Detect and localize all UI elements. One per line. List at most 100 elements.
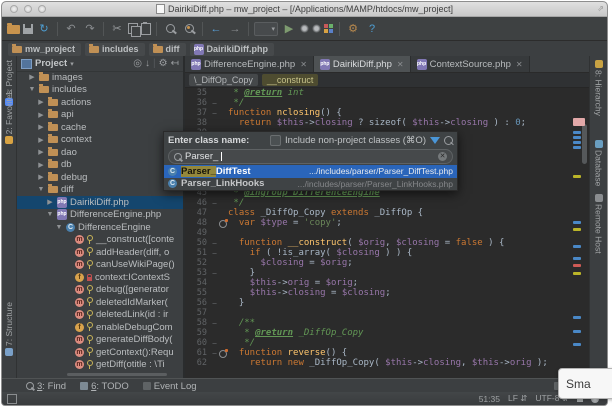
close-icon[interactable]: ✕ bbox=[300, 60, 307, 69]
fold-marker-icon[interactable]: − bbox=[210, 199, 219, 208]
redo-icon[interactable]: ↷ bbox=[82, 21, 98, 37]
tree-item[interactable]: fcontext:IContextS bbox=[17, 271, 183, 284]
tree-item[interactable]: ▶db bbox=[17, 159, 183, 172]
tree-item[interactable]: ▼diff bbox=[17, 184, 183, 197]
editor-tab-DifferenceEngine.php[interactable]: phpDifferenceEngine.php✕ bbox=[185, 56, 314, 72]
class-name-input[interactable]: Parser_ ✕ bbox=[168, 149, 453, 164]
tree-item[interactable]: m__construct([conte bbox=[17, 234, 183, 247]
tree-item[interactable]: ▼phpDifferenceEngine.php bbox=[17, 209, 183, 222]
fold-marker-icon[interactable]: − bbox=[210, 99, 219, 108]
pin-icon[interactable] bbox=[444, 136, 453, 145]
editor-tab-ContextSource.php[interactable]: phpContextSource.php✕ bbox=[411, 56, 530, 72]
tree-item[interactable]: ▶phpDairikiDiff.php bbox=[17, 196, 183, 209]
tool-button-7-structure[interactable]: 7: Structure bbox=[2, 302, 16, 356]
line-separator-select[interactable]: LF ⇵ bbox=[508, 393, 527, 404]
fold-marker-icon[interactable]: − bbox=[210, 239, 219, 248]
fold-marker-icon[interactable]: − bbox=[210, 269, 219, 278]
run-config-dropdown[interactable]: ▾ bbox=[254, 22, 278, 36]
cut-icon[interactable]: ✂ bbox=[109, 21, 125, 37]
collapsed-arrow-icon[interactable]: ▶ bbox=[37, 98, 45, 106]
filter-icon[interactable] bbox=[430, 137, 440, 144]
zoom-window-button[interactable] bbox=[38, 5, 46, 13]
fold-marker-icon[interactable]: − bbox=[210, 109, 219, 118]
collapsed-arrow-icon[interactable]: ▶ bbox=[37, 161, 45, 169]
tool-button-8-hierarchy[interactable]: 8: Hierarchy bbox=[590, 60, 607, 116]
tree-item[interactable]: ▶api bbox=[17, 109, 183, 122]
copy-icon[interactable] bbox=[128, 23, 138, 34]
breadcrumb-DairikiDiff.php[interactable]: phpDairikiDiff.php bbox=[190, 43, 275, 56]
coverage-icon[interactable] bbox=[324, 24, 334, 34]
tool-button-2-favorites[interactable]: 2: Favorites bbox=[2, 90, 16, 144]
toolwindow-toggle-icon[interactable] bbox=[7, 394, 17, 404]
fold-marker-icon[interactable]: − bbox=[210, 249, 219, 258]
clear-icon[interactable]: ✕ bbox=[438, 152, 447, 161]
tool-button-6[interactable]: 6: TODO bbox=[80, 381, 129, 392]
close-icon[interactable]: ✕ bbox=[397, 60, 404, 69]
tree-item[interactable]: fenableDebugCom bbox=[17, 321, 183, 334]
tree-item[interactable]: ▼includes bbox=[17, 84, 183, 97]
expanded-arrow-icon[interactable]: ▼ bbox=[37, 186, 45, 193]
close-icon[interactable]: ✕ bbox=[516, 60, 523, 69]
popup-result-row[interactable]: CParser_DiffTest.../includes/parser/Pars… bbox=[164, 165, 457, 178]
caret-position[interactable]: 51:35 bbox=[479, 394, 500, 404]
tree-item[interactable]: ▶actions bbox=[17, 96, 183, 109]
scope-breadcrumb[interactable]: \_DiffOp_Copy bbox=[189, 74, 258, 86]
tree-item[interactable]: mcanUseWikiPage() bbox=[17, 259, 183, 272]
collapsed-arrow-icon[interactable]: ▶ bbox=[28, 73, 36, 81]
sync-icon[interactable]: ↻ bbox=[36, 21, 52, 37]
minimize-window-button[interactable] bbox=[24, 5, 32, 13]
collapsed-arrow-icon[interactable]: ▶ bbox=[37, 136, 45, 144]
locate-icon[interactable]: ◎ bbox=[133, 58, 142, 69]
collapsed-arrow-icon[interactable]: ▶ bbox=[37, 123, 45, 131]
breadcrumb-diff[interactable]: diff bbox=[149, 43, 186, 56]
override-marker-icon[interactable] bbox=[219, 350, 227, 358]
debug-disabled-icon[interactable] bbox=[312, 24, 321, 33]
tree-item[interactable]: mgetDiff(otitle : \Ti bbox=[17, 359, 183, 372]
expanded-arrow-icon[interactable]: ▼ bbox=[55, 224, 63, 231]
tree-item[interactable]: ▶context bbox=[17, 134, 183, 147]
expanded-arrow-icon[interactable]: ▼ bbox=[46, 211, 54, 218]
include-non-project-checkbox[interactable] bbox=[270, 135, 281, 146]
tool-button-3[interactable]: 3: Find bbox=[26, 381, 66, 392]
tool-button-database[interactable]: Database bbox=[590, 140, 607, 186]
open-folder-icon[interactable] bbox=[7, 25, 20, 34]
tree-item[interactable]: mdebug([generator bbox=[17, 284, 183, 297]
title-bar[interactable]: DairikiDiff.php – mw_project – [/Applica… bbox=[2, 2, 607, 17]
run-icon[interactable]: ▶ bbox=[281, 21, 297, 37]
scope-breadcrumb[interactable]: __construct bbox=[262, 74, 319, 86]
tree-item[interactable]: ▼CDifferenceEngine bbox=[17, 221, 183, 234]
breadcrumb-includes[interactable]: includes bbox=[85, 43, 145, 56]
search-icon[interactable] bbox=[162, 21, 178, 37]
tree-item[interactable]: mgetContext():Requ bbox=[17, 346, 183, 359]
paste-icon[interactable] bbox=[141, 23, 151, 35]
expanded-arrow-icon[interactable]: ▼ bbox=[28, 86, 36, 93]
collapsed-arrow-icon[interactable]: ▶ bbox=[37, 173, 45, 181]
popup-result-row[interactable]: CParser_LinkHooks.../includes/parser/Par… bbox=[164, 178, 457, 191]
settings-icon[interactable]: ⚙ bbox=[345, 21, 361, 37]
forward-icon[interactable]: → bbox=[227, 21, 243, 37]
chevron-down-icon[interactable]: ▾ bbox=[70, 60, 74, 68]
tree-item[interactable]: maddHeader(diff, o bbox=[17, 246, 183, 259]
collapsed-arrow-icon[interactable]: ▶ bbox=[37, 111, 45, 119]
editor-scrollbar[interactable] bbox=[582, 124, 587, 164]
tree-item[interactable]: mdeletedIdMarker( bbox=[17, 296, 183, 309]
hide-panel-icon[interactable]: ↤ bbox=[171, 58, 179, 69]
fold-marker-icon[interactable]: − bbox=[210, 349, 219, 358]
tool-button-event-log[interactable]: Event Log bbox=[143, 381, 197, 392]
collapse-all-icon[interactable]: ↓ bbox=[145, 58, 150, 69]
save-icon[interactable] bbox=[23, 24, 33, 34]
replace-icon[interactable] bbox=[181, 21, 197, 37]
fold-marker-icon[interactable]: − bbox=[210, 339, 219, 348]
tree-item[interactable]: mgenerateDiffBody( bbox=[17, 334, 183, 347]
close-window-button[interactable] bbox=[10, 5, 18, 13]
undo-icon[interactable]: ↶ bbox=[63, 21, 79, 37]
tree-item[interactable]: mdeletedLink(id : ir bbox=[17, 309, 183, 322]
tree-item[interactable]: ▶dao bbox=[17, 146, 183, 159]
back-icon[interactable]: ← bbox=[208, 21, 224, 37]
tree-item[interactable]: ▶images bbox=[17, 71, 183, 84]
tree-item[interactable]: ▶debug bbox=[17, 171, 183, 184]
override-marker-icon[interactable] bbox=[219, 220, 227, 228]
collapsed-arrow-icon[interactable]: ▶ bbox=[46, 198, 54, 206]
help-icon[interactable]: ? bbox=[364, 21, 380, 37]
settings-icon[interactable]: ⚙ bbox=[159, 58, 168, 69]
